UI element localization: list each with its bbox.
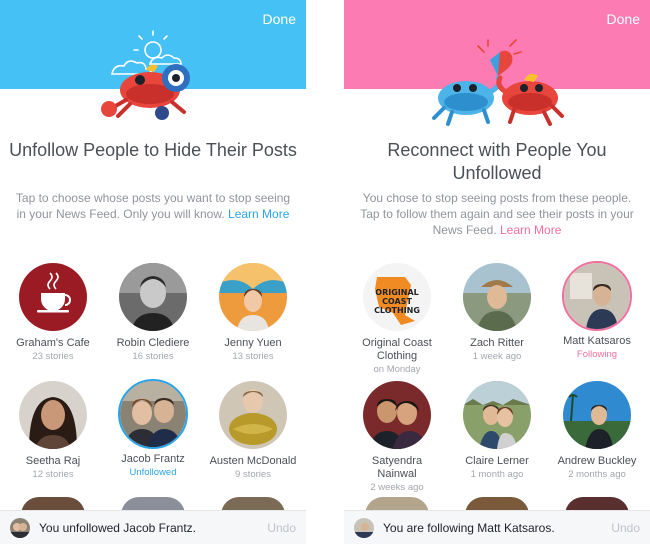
person-name: Satyendra Nainwal xyxy=(371,455,423,480)
person-name: Original Coast Clothing xyxy=(362,337,432,362)
unfollowed-status: Unfollowed xyxy=(129,467,177,478)
person-name: Graham's Cafe xyxy=(16,337,90,349)
avatar xyxy=(463,381,531,449)
person-card[interactable]: Jenny Yuen 13 stories xyxy=(203,263,303,363)
person-card-selected[interactable]: Matt Katsaros Following xyxy=(547,261,647,361)
person-story-count: 12 stories xyxy=(32,469,74,480)
page-title: Reconnect with People You Unfollowed xyxy=(387,140,607,183)
person-name: Claire Lerner xyxy=(465,455,529,467)
person-name: Seetha Raj xyxy=(25,455,81,467)
person-name: Zach Ritter xyxy=(470,337,524,349)
toast-bar: You unfollowed Jacob Frantz. Undo xyxy=(0,510,306,544)
person-name: Andrew Buckley xyxy=(557,455,637,467)
person-story-count: 9 stories xyxy=(235,469,271,480)
person-card[interactable]: Graham's Cafe 23 stories xyxy=(3,263,103,363)
toast-avatar xyxy=(10,518,30,538)
crabs-illustration xyxy=(432,39,564,126)
person-card[interactable]: Claire Lerner 1 month ago xyxy=(447,381,547,481)
person-name: Robin Clediere xyxy=(116,337,190,349)
avatar xyxy=(463,263,531,331)
toast-message: You are following Matt Katsaros. xyxy=(383,521,555,535)
avatar xyxy=(363,381,431,449)
toast-avatar xyxy=(354,518,374,538)
person-last-seen: on Monday xyxy=(373,364,421,375)
done-button[interactable]: Done xyxy=(263,11,296,27)
person-card[interactable]: ORIGINAL COAST CLOTHING Original Coast C… xyxy=(347,263,447,376)
person-story-count: 16 stories xyxy=(132,351,174,362)
page-title: Unfollow People to Hide Their Posts xyxy=(9,140,297,160)
person-card[interactable]: Andrew Buckley 2 months ago xyxy=(547,381,647,481)
following-status: Following xyxy=(576,349,618,360)
reconnect-panel: Done Reconnect with People You Unfollowe… xyxy=(344,0,650,544)
person-last-seen: 2 months ago xyxy=(568,469,626,480)
learn-more-link[interactable]: Learn More xyxy=(228,207,289,221)
person-last-seen: 1 week ago xyxy=(472,351,522,362)
avatar xyxy=(219,263,287,331)
person-card[interactable]: Austen McDonald 9 stories xyxy=(203,381,303,481)
avatar xyxy=(563,381,631,449)
brand-logo: ORIGINAL COAST CLOTHING xyxy=(374,288,420,315)
avatar xyxy=(118,379,188,449)
person-last-seen: 2 weeks ago xyxy=(370,482,424,493)
undo-button[interactable]: Undo xyxy=(267,521,296,535)
person-card[interactable]: Robin Clediere 16 stories xyxy=(103,263,203,363)
done-button[interactable]: Done xyxy=(607,11,640,27)
crab-illustration xyxy=(101,30,190,120)
unfollow-panel: Done Unfollow People to Hide Their Posts… xyxy=(0,0,306,544)
person-name: Matt Katsaros xyxy=(563,335,631,347)
avatar xyxy=(219,381,287,449)
undo-button[interactable]: Undo xyxy=(611,521,640,535)
avatar xyxy=(19,263,87,331)
description: You chose to stop seeing posts from thes… xyxy=(360,191,634,237)
person-card[interactable]: Satyendra Nainwal 2 weeks ago xyxy=(347,381,447,494)
person-name: Jacob Frantz xyxy=(121,453,185,465)
toast-message: You unfollowed Jacob Frantz. xyxy=(39,521,196,535)
toast-bar: You are following Matt Katsaros. Undo xyxy=(344,510,650,544)
avatar xyxy=(562,261,632,331)
person-name: Austen McDonald xyxy=(209,455,297,467)
learn-more-link[interactable]: Learn More xyxy=(500,223,561,237)
person-name: Jenny Yuen xyxy=(224,337,282,349)
person-story-count: 23 stories xyxy=(32,351,74,362)
avatar xyxy=(119,263,187,331)
person-card[interactable]: Seetha Raj 12 stories xyxy=(3,381,103,481)
person-story-count: 13 stories xyxy=(232,351,274,362)
description: Tap to choose whose posts you want to st… xyxy=(15,191,291,221)
person-card-selected[interactable]: Jacob Frantz Unfollowed xyxy=(103,379,203,479)
avatar xyxy=(19,381,87,449)
person-last-seen: 1 month ago xyxy=(470,469,524,480)
person-card[interactable]: Zach Ritter 1 week ago xyxy=(447,263,547,363)
